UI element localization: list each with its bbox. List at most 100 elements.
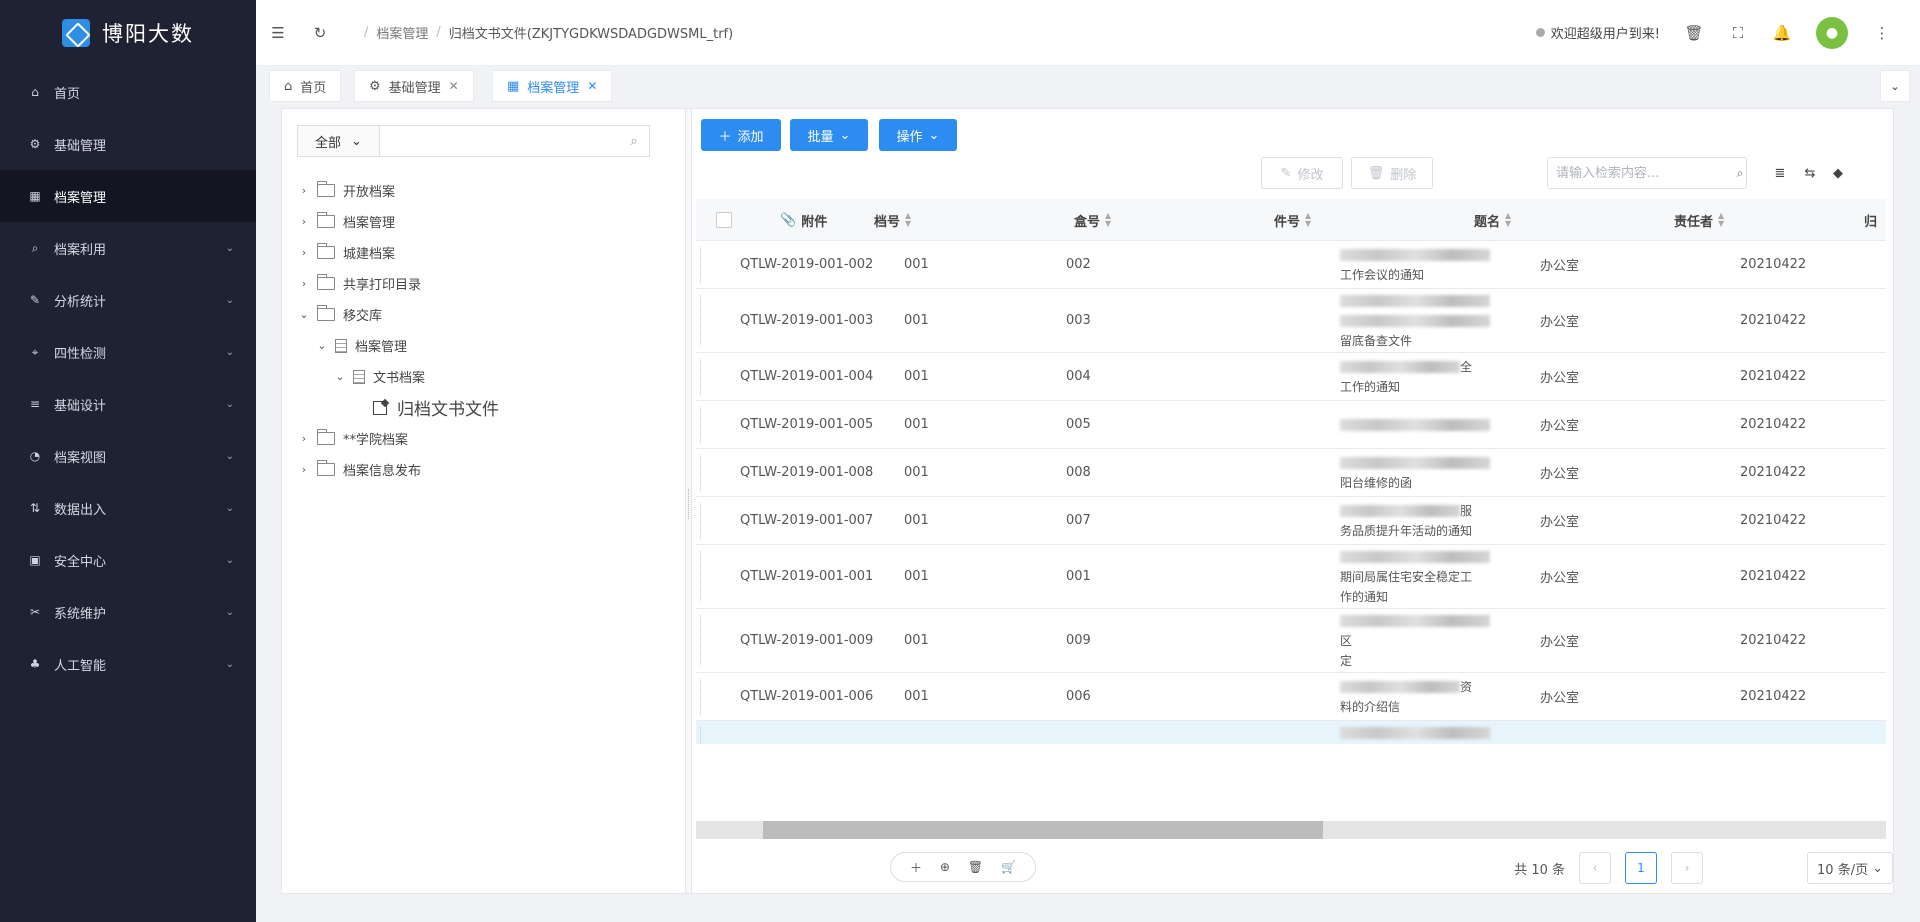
- list-view-icon[interactable]: ≣: [1772, 165, 1788, 181]
- sidebar-item-analysis[interactable]: ✎ 分析统计 ⌄: [0, 274, 256, 326]
- tree-node[interactable]: › 档案信息发布: [297, 454, 677, 485]
- add-circle-icon[interactable]: ⊕: [940, 860, 950, 874]
- row-drag-handle[interactable]: [700, 501, 701, 540]
- tree-node[interactable]: ⌄ 档案管理: [297, 330, 677, 361]
- row-drag-handle[interactable]: [700, 295, 701, 346]
- sort-icon[interactable]: ▲ ▼: [1105, 212, 1111, 228]
- tab-basic-management[interactable]: ⚙ 基础管理 ✕: [354, 70, 474, 102]
- sidebar-item-four-check[interactable]: ⌖ 四性检测 ⌄: [0, 326, 256, 378]
- operate-button[interactable]: 操作 ⌄: [879, 119, 957, 151]
- sidebar-item-archive-use[interactable]: ⌕ 档案利用 ⌄: [0, 222, 256, 274]
- plus-icon[interactable]: ＋: [910, 859, 922, 876]
- sort-icon[interactable]: ▲ ▼: [1718, 212, 1724, 228]
- tree-node[interactable]: › 共享打印目录: [297, 268, 677, 299]
- column-header-hh[interactable]: 盒号 ▲ ▼: [1074, 199, 1111, 241]
- avatar[interactable]: ●: [1816, 16, 1848, 49]
- table-row[interactable]: QTLW-2019-001-003 001 003 留底备查文件 办公室 20210422: [696, 289, 1886, 353]
- scrollbar-thumb[interactable]: [763, 821, 1323, 839]
- next-page-button[interactable]: ›: [1671, 852, 1703, 884]
- table-row[interactable]: QTLW-2019-001-001 001 001 期间局属住宅安全稳定工 作的通知 办公…: [696, 545, 1886, 609]
- row-drag-handle[interactable]: [700, 453, 701, 492]
- edit-button[interactable]: ✎ 修改: [1261, 157, 1343, 189]
- tree-search-input[interactable]: [380, 126, 619, 156]
- table-row[interactable]: QTLW-2019-001-004 001 004 全工作的通知 办公室 20210422: [696, 353, 1886, 401]
- tag-icon[interactable]: ◆: [1830, 165, 1846, 181]
- chevron-right-icon[interactable]: ›: [297, 246, 311, 259]
- search-icon[interactable]: ⌕: [619, 126, 649, 156]
- delete-button[interactable]: 🗑 删除: [1351, 157, 1433, 189]
- more-vertical-icon[interactable]: ⋮: [1872, 23, 1892, 43]
- sidebar-item-data-io[interactable]: ⇅ 数据出入 ⌄: [0, 482, 256, 534]
- column-header-responsible[interactable]: 责任者 ▲ ▼: [1674, 199, 1724, 241]
- page-size-select[interactable]: 10 条/页 ⌄: [1807, 852, 1893, 884]
- row-drag-handle[interactable]: [700, 727, 701, 744]
- row-drag-handle[interactable]: [700, 405, 701, 444]
- logo[interactable]: 博阳大数: [0, 0, 256, 66]
- trash-icon[interactable]: 🗑: [968, 860, 983, 874]
- bell-icon[interactable]: 🔔: [1772, 23, 1792, 43]
- tree-node[interactable]: › 开放档案: [297, 175, 677, 206]
- table-row[interactable]: QTLW-2019-001-008 001 008 阳台维修的函 办公室 20210422: [696, 449, 1886, 497]
- sidebar-item-ai[interactable]: ♣ 人工智能 ⌄: [0, 638, 256, 690]
- sidebar-item-home[interactable]: ⌂ 首页: [0, 66, 256, 118]
- tree-node-selected[interactable]: 归档文书文件: [367, 392, 677, 423]
- chevron-right-icon[interactable]: ›: [297, 215, 311, 228]
- page-button-current[interactable]: 1: [1625, 852, 1657, 884]
- row-drag-handle[interactable]: [700, 245, 701, 284]
- column-header-title[interactable]: 题名 ▲ ▼: [1474, 199, 1511, 241]
- tabs-dropdown-button[interactable]: ⌄: [1880, 70, 1910, 102]
- table-row[interactable]: QTLW-2019-001-010 001 010 件的报告 办公室 20210423: [696, 721, 1886, 744]
- menu-collapse-icon[interactable]: ☰: [268, 23, 288, 43]
- row-drag-handle[interactable]: [700, 615, 701, 666]
- sidebar-item-basic-design[interactable]: ≡ 基础设计 ⌄: [0, 378, 256, 430]
- sidebar-item-archive-view[interactable]: ◔ 档案视图 ⌄: [0, 430, 256, 482]
- table-row[interactable]: QTLW-2019-001-005 001 005 办公室 20210422: [696, 401, 1886, 449]
- sort-icon[interactable]: ▲ ▼: [905, 212, 911, 228]
- tree-node[interactable]: › 城建档案: [297, 237, 677, 268]
- row-drag-handle[interactable]: [700, 357, 701, 396]
- horizontal-scrollbar[interactable]: [696, 821, 1886, 839]
- add-button[interactable]: ＋ 添加: [701, 119, 781, 151]
- row-drag-handle[interactable]: [700, 677, 701, 716]
- trash-icon[interactable]: 🗑: [1684, 23, 1704, 43]
- search-icon[interactable]: ⌕: [1734, 166, 1746, 181]
- close-icon[interactable]: ✕: [449, 79, 459, 93]
- tree-node[interactable]: ⌄ 文书档案: [297, 361, 677, 392]
- refresh-icon[interactable]: ↻: [310, 23, 330, 43]
- tree-node[interactable]: ⌄ 移交库: [297, 299, 677, 330]
- chevron-right-icon[interactable]: ›: [297, 277, 311, 290]
- chevron-right-icon[interactable]: ›: [297, 184, 311, 197]
- batch-button[interactable]: 批量 ⌄: [790, 119, 868, 151]
- sidebar-item-security[interactable]: ▣ 安全中心 ⌄: [0, 534, 256, 586]
- close-icon[interactable]: ✕: [587, 79, 597, 93]
- sidebar-item-basic-management[interactable]: ⚙ 基础管理: [0, 118, 256, 170]
- records-search-input[interactable]: [1548, 158, 1734, 188]
- column-settings-icon[interactable]: ⇆: [1802, 165, 1818, 181]
- chevron-right-icon[interactable]: ›: [297, 463, 311, 476]
- tree-filter-select[interactable]: 全部 ⌄: [298, 126, 380, 156]
- column-header-dh[interactable]: 档号 ▲ ▼: [874, 199, 911, 241]
- sort-icon[interactable]: ▲ ▼: [1505, 212, 1511, 228]
- column-header-jh[interactable]: 件号 ▲ ▼: [1274, 199, 1311, 241]
- table-row[interactable]: QTLW-2019-001-007 001 007 服务品质提升年活动的通知 办公室 20…: [696, 497, 1886, 545]
- tab-archive-management[interactable]: ▦ 档案管理 ✕: [492, 70, 613, 102]
- table-row[interactable]: QTLW-2019-001-002 001 002 工作会议的通知 办公室 2021042…: [696, 241, 1886, 289]
- prev-page-button[interactable]: ‹: [1579, 852, 1611, 884]
- chevron-down-icon[interactable]: ⌄: [297, 308, 311, 321]
- tree-node[interactable]: › **学院档案: [297, 423, 677, 454]
- tree-node[interactable]: › 档案管理: [297, 206, 677, 237]
- breadcrumb-item[interactable]: 档案管理: [376, 23, 428, 42]
- fullscreen-icon[interactable]: ⛶: [1728, 23, 1748, 43]
- tab-home[interactable]: ⌂ 首页: [269, 70, 342, 102]
- sort-icon[interactable]: ▲ ▼: [1305, 212, 1311, 228]
- select-all-checkbox[interactable]: [716, 199, 732, 241]
- table-row[interactable]: QTLW-2019-001-009 001 009 区定 办公室 20210422: [696, 609, 1886, 673]
- row-drag-handle[interactable]: [700, 551, 701, 602]
- sidebar-item-maintenance[interactable]: ✂ 系统维护 ⌄: [0, 586, 256, 638]
- sidebar-item-archive-management[interactable]: ▦ 档案管理: [0, 170, 256, 222]
- cart-icon[interactable]: 🛒: [1001, 860, 1016, 874]
- chevron-right-icon[interactable]: ›: [297, 432, 311, 445]
- table-row[interactable]: QTLW-2019-001-006 001 006 资料的介绍信 办公室 20210422: [696, 673, 1886, 721]
- chevron-down-icon[interactable]: ⌄: [315, 339, 329, 352]
- chevron-down-icon[interactable]: ⌄: [333, 370, 347, 383]
